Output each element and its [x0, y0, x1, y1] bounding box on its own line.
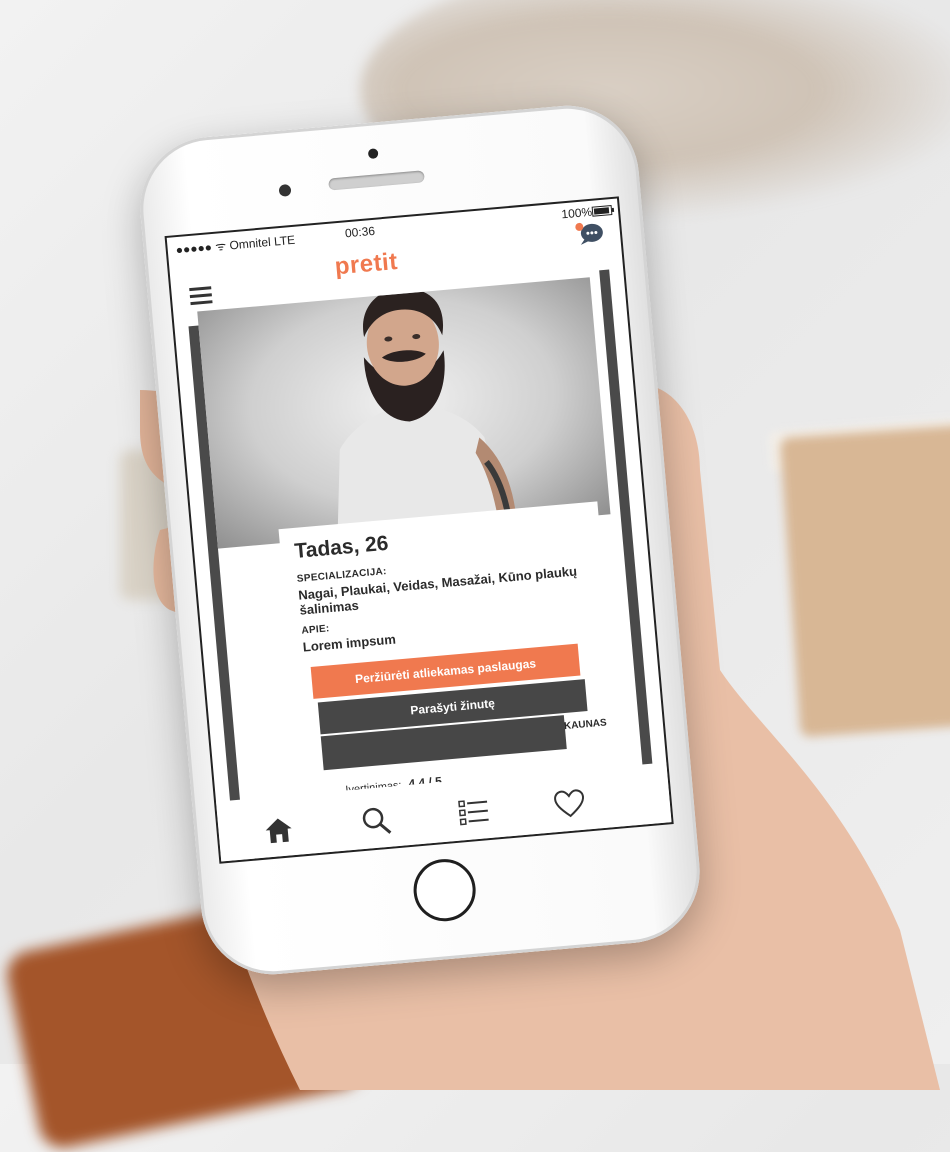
- chat-icon[interactable]: [573, 220, 605, 247]
- search-icon[interactable]: [359, 805, 393, 838]
- home-icon[interactable]: [261, 813, 295, 846]
- about-label: APIE:: [301, 623, 331, 637]
- city-label: KAUNAS: [563, 717, 608, 733]
- battery-icon: [591, 205, 613, 217]
- phone: ●●●●● ᯤ Omnitel LTE 00:36 100% pretit Ta…: [134, 99, 706, 981]
- app-logo: pretit: [333, 247, 399, 281]
- list-icon[interactable]: [457, 796, 491, 829]
- battery-percent: 100%: [560, 204, 593, 222]
- menu-icon[interactable]: [189, 286, 213, 306]
- status-time: 00:36: [344, 223, 376, 241]
- heart-icon[interactable]: [552, 788, 586, 821]
- profile-name: Tadas, 26: [293, 531, 390, 563]
- phone-screen: ●●●●● ᯤ Omnitel LTE 00:36 100% pretit Ta…: [164, 196, 674, 864]
